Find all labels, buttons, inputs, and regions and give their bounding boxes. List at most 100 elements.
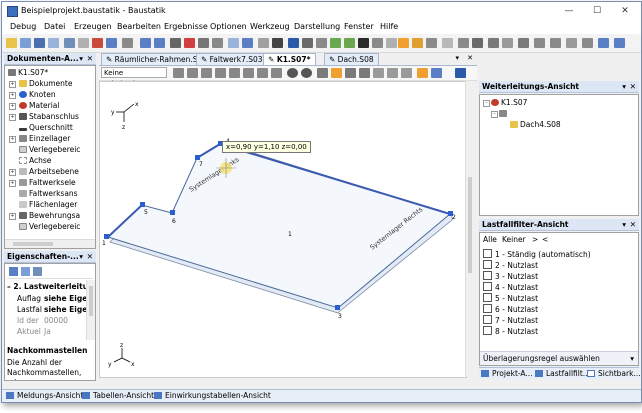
expand-icon[interactable]: + [9,92,16,99]
next-button[interactable]: > [532,235,538,244]
tree-item[interactable]: Einzellager [19,134,70,144]
select-all-button[interactable]: Alle [483,235,497,244]
loadcase-checkbox[interactable] [483,326,492,335]
tree-item[interactable]: Flächenlager [19,200,77,210]
open-icon[interactable] [20,38,31,48]
moment-icon[interactable] [488,38,499,48]
wall-icon[interactable] [458,38,469,48]
tree-item[interactable]: Verlegebereic [19,145,80,155]
maximize-button[interactable]: ☐ [583,2,611,20]
previous-button[interactable]: < [542,235,548,244]
grid-snap-icon[interactable] [550,38,561,48]
menu-debug[interactable]: Debug [10,22,36,31]
support-icon[interactable] [358,38,369,48]
wireframe-icon[interactable] [417,68,428,78]
overlay-rule-select[interactable]: Überlagerungsregel auswählen ▾ [480,351,638,365]
vertical-scrollbar[interactable] [86,280,95,340]
beam-icon[interactable] [316,38,327,48]
pdf-icon[interactable] [92,38,103,48]
close-button[interactable]: ✕ [611,2,639,20]
loadcase-item[interactable]: 7 - Nutzlast [483,315,538,325]
close-tab-icon[interactable]: ✕ [467,54,473,62]
node-icon[interactable] [302,38,313,48]
tree-item[interactable]: Querschnitt [19,123,73,133]
property-row[interactable]: Lastfal [17,305,42,315]
collapse-icon[interactable]: – [491,111,498,118]
view-top-icon[interactable] [345,68,356,78]
lighting-icon[interactable] [455,68,466,78]
pencil-icon[interactable] [344,38,355,48]
redo-icon[interactable] [154,38,165,48]
select-none-button[interactable]: Keiner [502,235,526,244]
perspective-icon[interactable] [431,68,442,78]
node-marker[interactable] [104,234,109,239]
node-marker[interactable] [140,202,145,207]
drawing-canvas[interactable]: x y z 1 2 3 5 6 7 1 Systemlager links Sy… [99,81,467,378]
tab-action-tables[interactable]: Einwirkungstabellen-Ansicht [154,391,271,401]
tab-dach[interactable]: ✎ Dach.S08 [324,53,379,65]
back-icon[interactable] [287,68,298,78]
menu-bearbeiten[interactable]: Bearbeiten [117,22,161,31]
canvas-vertical-scrollbar[interactable] [465,81,474,376]
arrow-icon[interactable] [534,38,545,48]
menu-optionen[interactable]: Optionen [210,22,247,31]
pin-icon[interactable]: ▾ [622,219,626,230]
expand-icon[interactable]: + [9,103,16,110]
tree-root[interactable]: K1.S07 [491,98,527,108]
screenshot-icon[interactable] [122,38,133,48]
property-row[interactable]: Aktuel [17,327,41,337]
expand-icon[interactable]: + [9,81,16,88]
menu-ergebnisse[interactable]: Ergebnisse [164,22,208,31]
loadcase-item[interactable]: 5 - Nutzlast [483,293,538,303]
expand-icon[interactable]: + [9,180,16,187]
save-all-icon[interactable] [48,38,59,48]
expand-icon[interactable]: + [9,136,16,143]
tree-item[interactable]: Arbeitsebene [19,167,79,177]
close-pane-icon[interactable]: ✕ [87,251,93,262]
delete-icon[interactable] [184,38,195,48]
tab-project[interactable]: Projekt-A... [481,369,533,379]
forward-icon[interactable] [301,68,312,78]
workplane-select[interactable]: Keine Arbeitsebenen▾ [101,67,167,88]
property-row[interactable]: Id der [17,316,39,326]
minimize-button[interactable]: — [555,2,583,20]
cut-icon[interactable] [170,38,181,48]
node-marker[interactable] [170,210,175,215]
view-front-icon[interactable] [317,68,328,78]
tab-loadcase-filter[interactable]: Lastfallfilt... [535,369,590,379]
close-pane-icon[interactable]: ✕ [630,81,636,92]
settings-icon[interactable] [598,38,609,48]
new-file-icon[interactable] [6,38,17,48]
pin-icon[interactable]: ▾ [622,81,626,92]
section-icon[interactable] [442,38,453,48]
tab-tables[interactable]: Tabellen-Ansicht [82,391,154,401]
dimension-icon[interactable] [518,38,529,48]
undo-icon[interactable] [140,38,151,48]
load-icon[interactable] [472,38,483,48]
copy-icon[interactable] [198,38,209,48]
view-side-icon[interactable] [359,68,370,78]
loadcase-item[interactable]: 8 - Nutzlast [483,326,538,336]
expand-icon[interactable]: + [9,213,16,220]
loadcase-item[interactable]: 4 - Nutzlast [483,282,538,292]
line-icon[interactable] [330,38,341,48]
sphere-icon[interactable] [288,38,299,48]
tree-item[interactable]: Knoten [19,90,56,100]
paste-icon[interactable] [212,38,223,48]
mesh-icon[interactable] [426,38,437,48]
tree-root[interactable]: K1.S07* [8,68,48,78]
tree-item[interactable]: Verlegebereic [19,222,80,232]
expand-icon[interactable]: + [9,114,16,121]
tree-item[interactable]: Faltwerksele [19,178,76,188]
categorized-icon[interactable] [9,267,18,276]
grid-icon[interactable] [242,38,253,48]
view-bottom-icon[interactable] [387,68,398,78]
property-row[interactable]: Auflag [17,294,41,304]
tree-item[interactable]: Faltwerksans [19,189,78,199]
layer-icon[interactable] [386,38,397,48]
loadcase-item[interactable]: 3 - Nutzlast [483,271,538,281]
render-icon[interactable] [401,68,412,78]
loadcase-checkbox[interactable] [483,282,492,291]
pin-icon[interactable]: ▾ [79,53,83,64]
hinge-icon[interactable] [372,38,383,48]
